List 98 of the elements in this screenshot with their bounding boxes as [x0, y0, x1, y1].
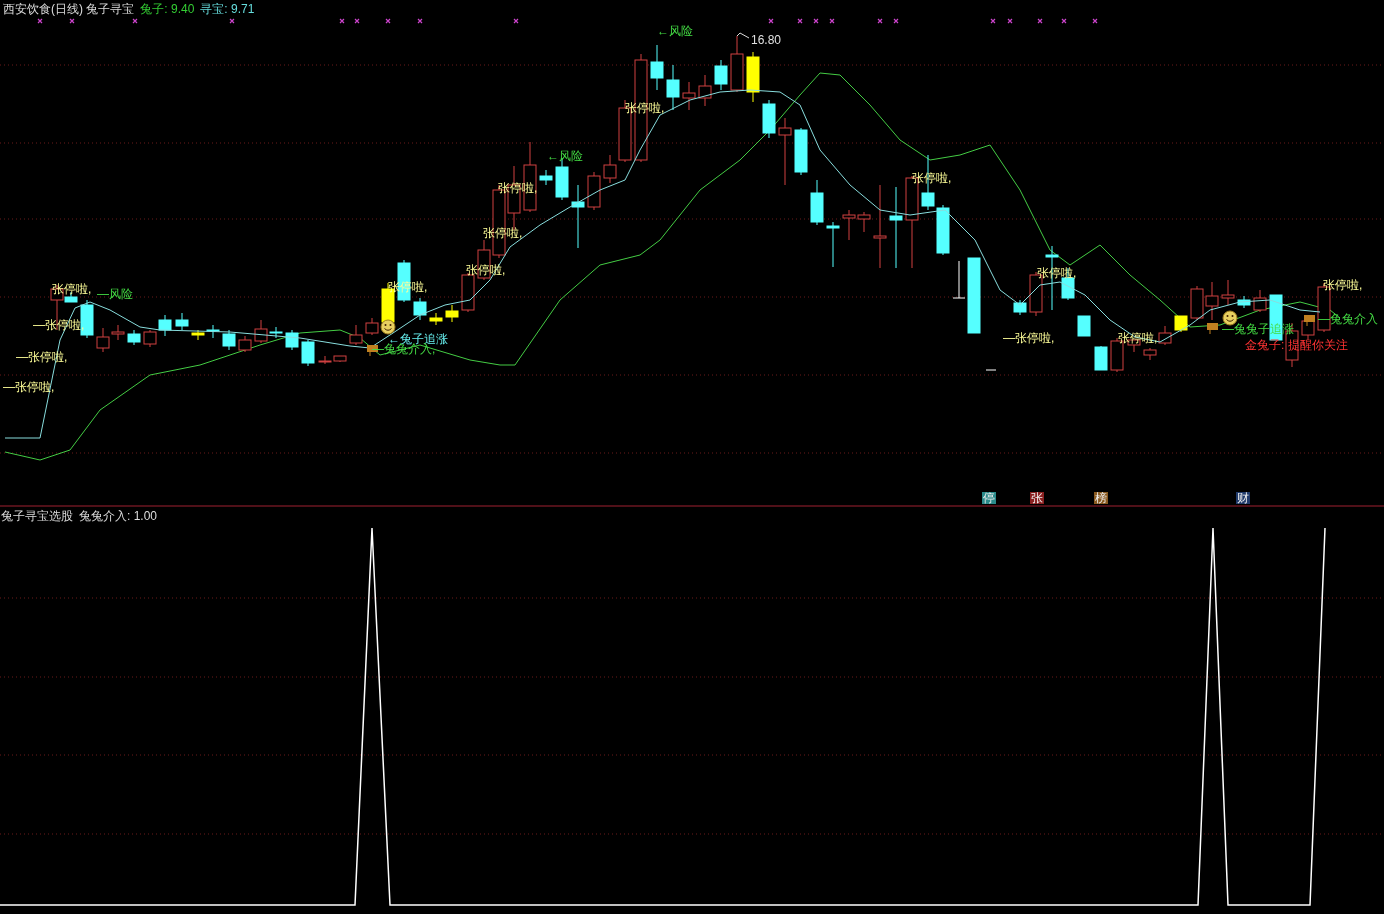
candlestick	[523, 141, 537, 213]
candlestick	[1269, 294, 1283, 341]
candlestick	[175, 312, 189, 331]
chart-annotation: 张停啦,	[1323, 279, 1363, 291]
cross-icon	[829, 18, 835, 24]
candlestick	[794, 127, 808, 176]
candlestick	[127, 329, 141, 346]
chart-annotation: 张停啦,	[498, 182, 538, 194]
cross-icon	[877, 18, 883, 24]
candlestick	[698, 74, 712, 107]
candlestick	[143, 329, 157, 348]
cross-icon	[339, 18, 345, 24]
flag-icon	[1207, 323, 1218, 335]
candlestick	[1237, 295, 1251, 309]
indicator-title: 兔子寻宝选股	[1, 510, 73, 522]
candlestick	[666, 64, 680, 111]
candlestick	[587, 171, 601, 211]
chart-annotation: 张停啦,	[912, 172, 952, 184]
chart-annotation: —张停啦,	[3, 381, 55, 393]
chart-annotation: —风险	[97, 288, 133, 300]
candlestick	[682, 81, 696, 111]
flag-icon	[1304, 315, 1315, 327]
cross-icon	[797, 18, 803, 24]
cross-icon	[813, 18, 819, 24]
candlestick	[936, 204, 950, 256]
flag-icon	[367, 345, 378, 357]
cross-icon	[37, 18, 43, 24]
cross-icon	[385, 18, 391, 24]
candlestick	[746, 51, 760, 103]
indicator-reading: 寻宝: 9.71	[200, 3, 255, 15]
candlestick	[222, 329, 236, 351]
chart-annotation: 张停啦,	[625, 102, 665, 114]
cross-icon	[417, 18, 423, 24]
candlestick	[158, 314, 172, 337]
cross-icon	[990, 18, 996, 24]
candlestick	[445, 304, 459, 323]
candlestick	[80, 299, 94, 339]
chart-annotation: 张停啦,	[52, 283, 92, 295]
candlestick	[413, 297, 427, 321]
chart-annotation: 16.80	[751, 34, 782, 46]
candlestick	[206, 324, 220, 339]
candlestick	[762, 99, 776, 139]
chart-annotation: 金兔子: 提醒你关注	[1245, 339, 1348, 351]
indicator-reading: 兔兔介入: 1.00	[79, 510, 158, 522]
candlestick	[650, 44, 664, 91]
candlestick	[1190, 285, 1204, 321]
chart-annotation: 张停啦,	[466, 264, 506, 276]
smiley-icon	[380, 319, 396, 335]
chart-annotation: ←风险	[657, 25, 693, 37]
candlestick	[778, 117, 792, 186]
signal-marker: 财	[1236, 492, 1250, 504]
cross-icon	[1037, 18, 1043, 24]
chart-annotation: —兔兔介入	[1318, 313, 1378, 325]
cross-icon	[229, 18, 235, 24]
candlestick	[191, 329, 205, 341]
candlestick	[1077, 315, 1091, 337]
cross-icon	[513, 18, 519, 24]
price-tick	[985, 369, 997, 371]
candlestick	[1205, 281, 1219, 321]
cross-icon	[1092, 18, 1098, 24]
pointer-icon	[736, 32, 750, 39]
cross-icon	[354, 18, 360, 24]
candlestick	[1061, 267, 1075, 301]
price-bar	[952, 260, 966, 299]
chart-annotation: ←风险	[547, 150, 583, 162]
signal-marker: 张	[1030, 492, 1044, 504]
candlestick	[810, 179, 824, 226]
candlestick	[285, 329, 299, 351]
indicator-reading: 兔子: 9.40	[140, 3, 195, 15]
candlestick	[429, 312, 443, 326]
cross-icon	[132, 18, 138, 24]
candlestick	[826, 221, 840, 268]
candlestick	[1174, 315, 1188, 333]
cross-icon	[1061, 18, 1067, 24]
cross-icon	[69, 18, 75, 24]
candlestick	[539, 169, 553, 186]
candlestick	[301, 339, 315, 367]
cross-icon	[1007, 18, 1013, 24]
signal-marker: 停	[982, 492, 996, 504]
candlestick	[349, 324, 363, 346]
cross-icon	[893, 18, 899, 24]
chart-annotation: 张停啦,	[1037, 267, 1077, 279]
candlestick	[1013, 299, 1027, 316]
candlestick	[1253, 289, 1267, 313]
signal-marker: 榜	[1094, 492, 1108, 504]
chart-annotation: 张停啦,	[483, 227, 523, 239]
candlestick	[238, 335, 252, 353]
cross-icon	[768, 18, 774, 24]
candlestick	[365, 317, 379, 336]
candlestick	[318, 355, 332, 365]
candlestick	[571, 184, 585, 249]
candlestick	[1094, 345, 1108, 371]
chart-annotation: —张停啦,	[16, 351, 68, 363]
candlestick	[1221, 279, 1235, 306]
candlestick	[730, 35, 744, 93]
chart-annotation: —张停啦,	[1003, 332, 1055, 344]
candlestick	[714, 59, 728, 91]
chart-title: 西安饮食(日线) 兔子寻宝	[3, 3, 135, 15]
